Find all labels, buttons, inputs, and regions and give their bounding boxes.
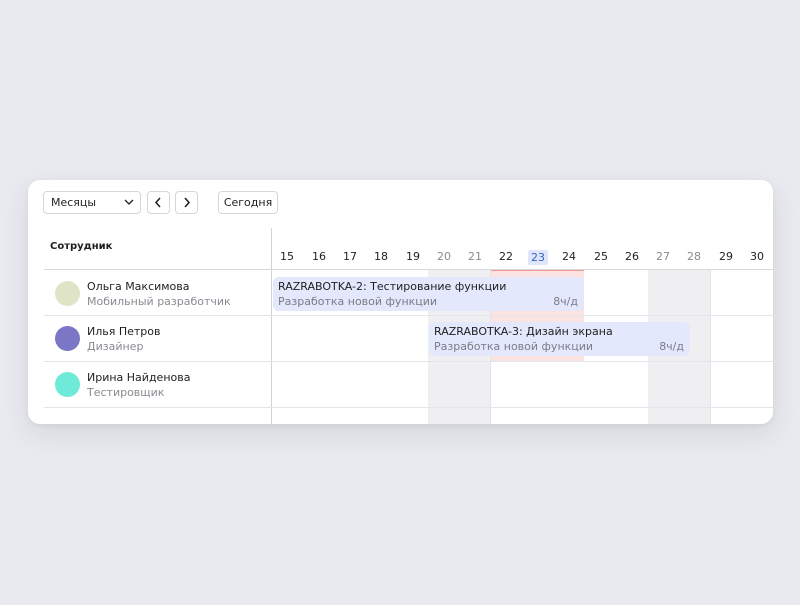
row-divider: [44, 407, 773, 408]
day-label: 19: [406, 250, 420, 263]
employee-name: Ирина Найденова: [87, 371, 191, 384]
employee-role: Дизайнер: [87, 340, 144, 353]
day-label-weekend: 20: [437, 250, 451, 263]
chevron-left-icon: [154, 197, 161, 208]
day-label: 29: [719, 250, 733, 263]
row-divider: [44, 315, 773, 316]
task-hours: 8ч/д: [659, 340, 684, 353]
next-button[interactable]: [175, 191, 198, 214]
day-label: 25: [594, 250, 608, 263]
employee-column-header: Сотрудник: [50, 241, 113, 252]
day-label: 24: [562, 250, 576, 263]
planner-card: Месяцы Сегодня Сотрудник 15 16 17 18 19 …: [28, 180, 773, 424]
scale-select[interactable]: Месяцы: [43, 191, 141, 214]
today-button[interactable]: Сегодня: [218, 191, 278, 214]
employee-name: Илья Петров: [87, 325, 161, 338]
scale-select-value: Месяцы: [51, 196, 97, 209]
task-bar[interactable]: RAZRABOTKA-2: Тестирование функции Разра…: [273, 277, 584, 311]
header-divider: [44, 269, 773, 270]
row-divider: [44, 361, 773, 362]
day-label: 15: [280, 250, 294, 263]
week-divider: [710, 270, 711, 424]
task-subtitle: Разработка новой функции: [278, 295, 438, 308]
day-label: 30: [750, 250, 764, 263]
day-label: 26: [625, 250, 639, 263]
day-label-weekend: 27: [656, 250, 670, 263]
day-label: 16: [312, 250, 326, 263]
avatar: [55, 326, 80, 351]
day-label-today: 23: [528, 250, 548, 265]
avatar: [55, 372, 80, 397]
employee-name: Ольга Максимова: [87, 280, 190, 293]
employee-column-divider: [271, 228, 272, 424]
day-label: 17: [343, 250, 357, 263]
day-label-weekend: 28: [687, 250, 701, 263]
employee-role: Тестировщик: [87, 386, 165, 399]
day-label-weekend: 21: [468, 250, 482, 263]
employee-role: Мобильный разработчик: [87, 295, 231, 308]
task-subtitle: Разработка новой функции: [434, 340, 594, 353]
chevron-right-icon: [184, 197, 191, 208]
task-bar[interactable]: RAZRABOTKA-3: Дизайн экрана Разработка н…: [429, 322, 690, 356]
day-label: 18: [374, 250, 388, 263]
task-title: RAZRABOTKA-3: Дизайн экрана: [434, 325, 613, 338]
chevron-down-icon: [124, 199, 134, 205]
prev-button[interactable]: [147, 191, 170, 214]
task-hours: 8ч/д: [553, 295, 578, 308]
avatar: [55, 281, 80, 306]
day-label: 22: [499, 250, 513, 263]
task-title: RAZRABOTKA-2: Тестирование функции: [278, 280, 507, 293]
